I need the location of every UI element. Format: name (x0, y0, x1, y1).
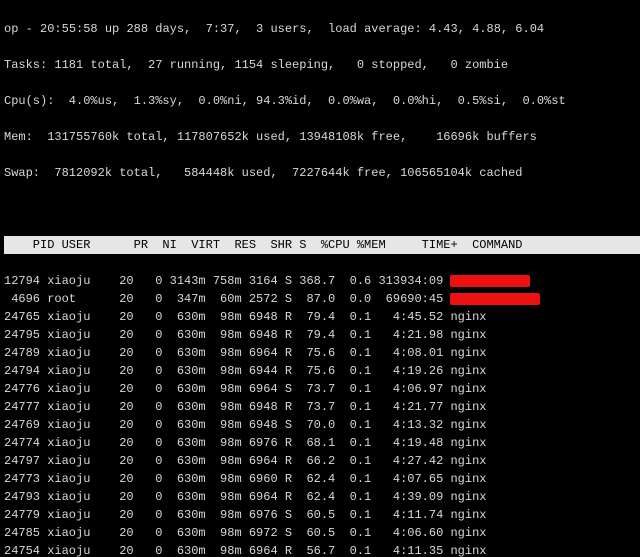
process-row: 24774 xiaoju 20 0 630m 98m 6976 R 68.1 0… (4, 434, 640, 452)
process-cells: 24777 xiaoju 20 0 630m 98m 6948 R 73.7 0… (4, 400, 450, 414)
process-cells: 24776 xiaoju 20 0 630m 98m 6964 S 73.7 0… (4, 382, 450, 396)
summary-swap: Swap: 7812092k total, 584448k used, 7227… (4, 164, 640, 182)
process-command: nginx (450, 472, 486, 486)
process-cells: 24754 xiaoju 20 0 630m 98m 6964 R 56.7 0… (4, 544, 450, 557)
process-cells: 12794 xiaoju 20 0 3143m 758m 3164 S 368.… (4, 274, 450, 288)
process-command: nginx (450, 508, 486, 522)
redacted-command (450, 275, 530, 287)
users-value: 3 users, (242, 22, 314, 36)
process-row: 24779 xiaoju 20 0 630m 98m 6976 S 60.5 0… (4, 506, 640, 524)
process-row: 24785 xiaoju 20 0 630m 98m 6972 S 60.5 0… (4, 524, 640, 542)
process-row: 24769 xiaoju 20 0 630m 98m 6948 S 70.0 0… (4, 416, 640, 434)
up-label: up (98, 22, 127, 36)
process-cells: 24795 xiaoju 20 0 630m 98m 6948 R 79.4 0… (4, 328, 450, 342)
load-values: 4.43, 4.88, 6.04 (429, 22, 544, 36)
process-row: 24797 xiaoju 20 0 630m 98m 6964 R 66.2 0… (4, 452, 640, 470)
process-row: 24793 xiaoju 20 0 630m 98m 6964 R 62.4 0… (4, 488, 640, 506)
process-row: 24795 xiaoju 20 0 630m 98m 6948 R 79.4 0… (4, 326, 640, 344)
summary-tasks: Tasks: 1181 total, 27 running, 1154 slee… (4, 56, 640, 74)
uptime-value: 288 days, 7:37, (126, 22, 241, 36)
summary-line-1: op - 20:55:58 up 288 days, 7:37, 3 users… (4, 20, 640, 38)
process-cells: 24797 xiaoju 20 0 630m 98m 6964 R 66.2 0… (4, 454, 450, 468)
process-row: 24776 xiaoju 20 0 630m 98m 6964 S 73.7 0… (4, 380, 640, 398)
process-command: nginx (450, 490, 486, 504)
process-list: 12794 xiaoju 20 0 3143m 758m 3164 S 368.… (4, 272, 640, 557)
blank-line (4, 200, 640, 218)
process-command: nginx (450, 400, 486, 414)
process-cells: 24793 xiaoju 20 0 630m 98m 6964 R 62.4 0… (4, 490, 450, 504)
process-command: nginx (450, 328, 486, 342)
process-command: nginx (450, 310, 486, 324)
terminal[interactable]: op - 20:55:58 up 288 days, 7:37, 3 users… (0, 0, 640, 557)
process-row: 12794 xiaoju 20 0 3143m 758m 3164 S 368.… (4, 272, 640, 290)
process-row: 24754 xiaoju 20 0 630m 98m 6964 R 56.7 0… (4, 542, 640, 557)
process-cells: 24765 xiaoju 20 0 630m 98m 6948 R 79.4 0… (4, 310, 450, 324)
process-row: 24794 xiaoju 20 0 630m 98m 6944 R 75.6 0… (4, 362, 640, 380)
process-command: nginx (450, 346, 486, 360)
process-row: 24777 xiaoju 20 0 630m 98m 6948 R 73.7 0… (4, 398, 640, 416)
process-row: 24773 xiaoju 20 0 630m 98m 6960 R 62.4 0… (4, 470, 640, 488)
summary-mem: Mem: 131755760k total, 117807652k used, … (4, 128, 640, 146)
process-cells: 24785 xiaoju 20 0 630m 98m 6972 S 60.5 0… (4, 526, 450, 540)
process-command: nginx (450, 418, 486, 432)
process-command: nginx (450, 526, 486, 540)
process-row: 24765 xiaoju 20 0 630m 98m 6948 R 79.4 0… (4, 308, 640, 326)
process-row: 4696 root 20 0 347m 60m 2572 S 87.0 0.0 … (4, 290, 640, 308)
process-cells: 24774 xiaoju 20 0 630m 98m 6976 R 68.1 0… (4, 436, 450, 450)
summary-cpu: Cpu(s): 4.0%us, 1.3%sy, 0.0%ni, 94.3%id,… (4, 92, 640, 110)
op-label: op - (4, 22, 40, 36)
process-cells: 24779 xiaoju 20 0 630m 98m 6976 S 60.5 0… (4, 508, 450, 522)
process-command: nginx (450, 436, 486, 450)
load-label: load average: (314, 22, 429, 36)
process-cells: 24773 xiaoju 20 0 630m 98m 6960 R 62.4 0… (4, 472, 450, 486)
process-cells: 24794 xiaoju 20 0 630m 98m 6944 R 75.6 0… (4, 364, 450, 378)
process-command: nginx (450, 544, 486, 557)
process-command: nginx (450, 454, 486, 468)
process-cells: 4696 root 20 0 347m 60m 2572 S 87.0 0.0 … (4, 292, 450, 306)
process-command: nginx (450, 382, 486, 396)
redacted-command (450, 293, 540, 305)
clock-value: 20:55:58 (40, 22, 98, 36)
process-command: nginx (450, 364, 486, 378)
process-cells: 24769 xiaoju 20 0 630m 98m 6948 S 70.0 0… (4, 418, 450, 432)
process-cells: 24789 xiaoju 20 0 630m 98m 6964 R 75.6 0… (4, 346, 450, 360)
process-row: 24789 xiaoju 20 0 630m 98m 6964 R 75.6 0… (4, 344, 640, 362)
column-header: PID USER PR NI VIRT RES SHR S %CPU %MEM … (4, 236, 640, 254)
